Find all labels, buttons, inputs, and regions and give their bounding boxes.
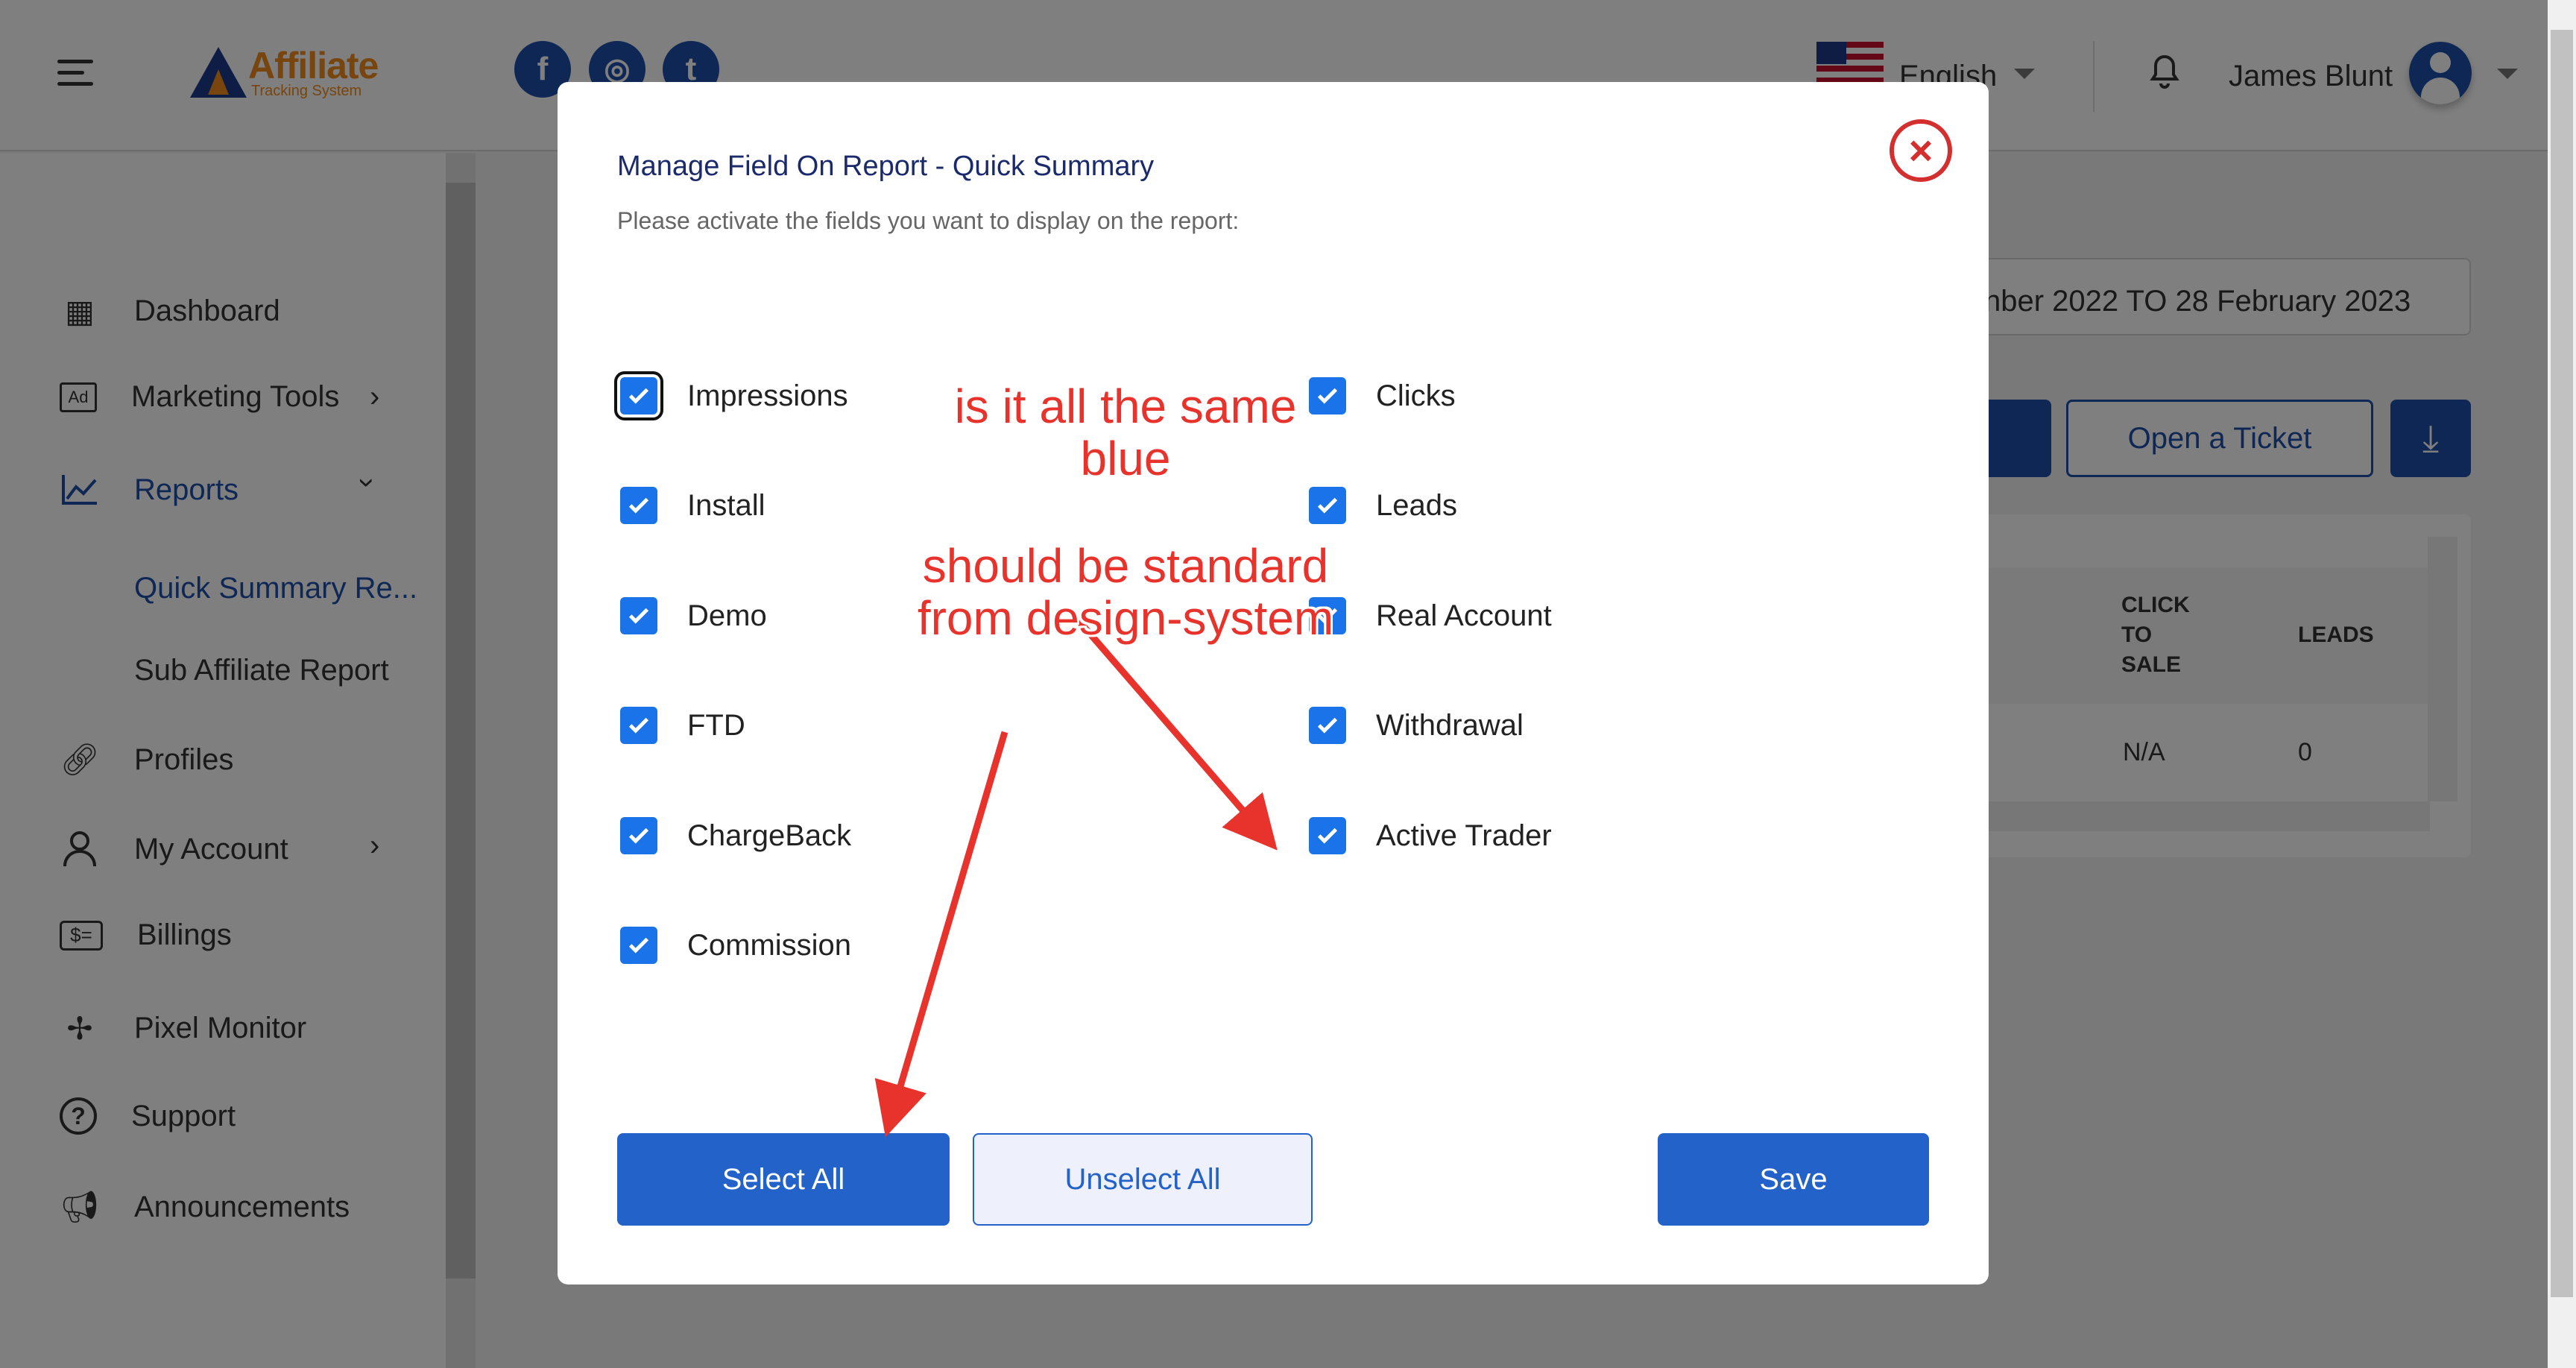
- checkbox-checked-icon[interactable]: [620, 707, 657, 744]
- modal-title: Manage Field On Report - Quick Summary: [617, 151, 1155, 182]
- field-label: Commission: [687, 928, 852, 962]
- checkbox-checked-icon[interactable]: [620, 377, 657, 415]
- field-label: Withdrawal: [1376, 708, 1524, 742]
- close-icon[interactable]: ×: [1890, 119, 1952, 182]
- checkbox-checked-icon[interactable]: [620, 487, 657, 524]
- field-withdrawal[interactable]: Withdrawal: [1309, 707, 1524, 744]
- field-label: Impressions: [687, 379, 848, 412]
- field-label: Demo: [687, 599, 767, 632]
- field-label: Clicks: [1376, 379, 1456, 412]
- field-impressions[interactable]: Impressions: [620, 377, 848, 415]
- field-commission[interactable]: Commission: [620, 927, 851, 964]
- field-demo[interactable]: Demo: [620, 597, 767, 634]
- field-label: Leads: [1376, 488, 1457, 522]
- field-leads[interactable]: Leads: [1309, 487, 1457, 524]
- annotation-same-blue: is it all the same blue: [954, 379, 1297, 485]
- field-chargeback[interactable]: ChargeBack: [620, 817, 851, 854]
- select-all-button[interactable]: Select All: [617, 1133, 950, 1226]
- checkbox-checked-icon[interactable]: [1309, 707, 1346, 744]
- save-button[interactable]: Save: [1658, 1133, 1929, 1226]
- unselect-all-button[interactable]: Unselect All: [973, 1133, 1313, 1226]
- checkbox-checked-icon[interactable]: [620, 597, 657, 634]
- checkbox-checked-icon[interactable]: [620, 927, 657, 964]
- checkbox-checked-icon[interactable]: [1309, 487, 1346, 524]
- checkbox-checked-icon[interactable]: [620, 817, 657, 854]
- field-label: FTD: [687, 708, 745, 742]
- field-ftd[interactable]: FTD: [620, 707, 745, 744]
- field-label: Active Trader: [1376, 819, 1552, 852]
- field-label: Real Account: [1376, 599, 1552, 632]
- page-scrollbar[interactable]: [2548, 0, 2576, 1368]
- annotation-design-system: should be standard from design-system: [917, 539, 1334, 645]
- modal-subtitle: Please activate the fields you want to d…: [617, 207, 1240, 234]
- field-label: Install: [687, 488, 765, 522]
- field-install[interactable]: Install: [620, 487, 765, 524]
- checkbox-checked-icon[interactable]: [1309, 817, 1346, 854]
- field-active-trader[interactable]: Active Trader: [1309, 817, 1552, 854]
- field-label: ChargeBack: [687, 819, 852, 852]
- manage-fields-modal: Manage Field On Report - Quick Summary P…: [558, 82, 1989, 1285]
